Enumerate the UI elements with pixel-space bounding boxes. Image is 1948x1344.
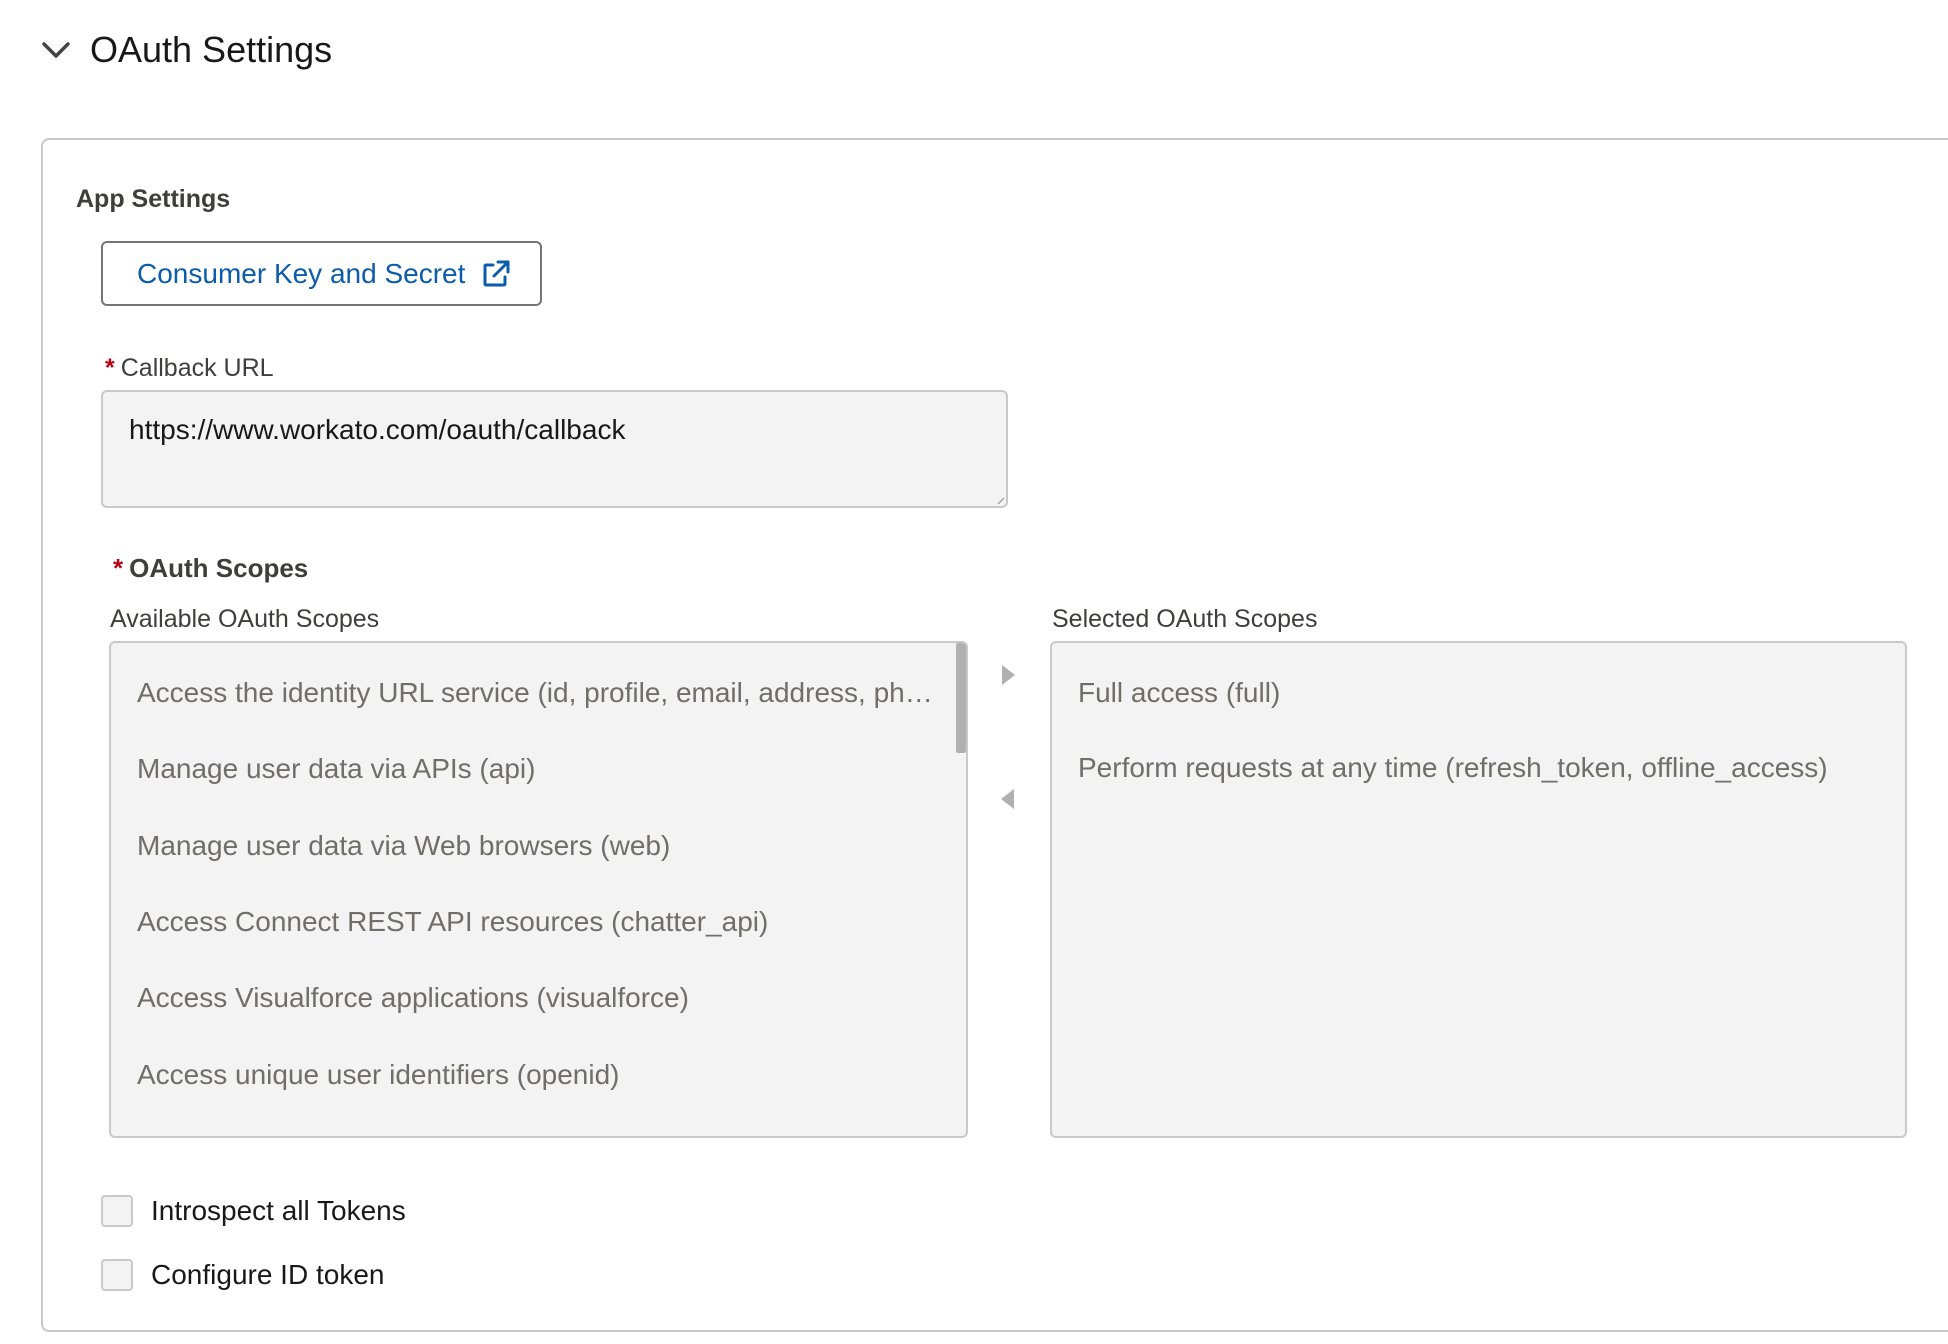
external-link-icon <box>481 259 511 289</box>
consumer-key-secret-button[interactable]: Consumer Key and Secret <box>101 241 542 306</box>
introspect-tokens-option[interactable]: Introspect all Tokens <box>101 1195 406 1227</box>
oauth-settings-header[interactable]: OAuth Settings <box>38 22 332 78</box>
available-scopes-list[interactable]: Access the identity URL service (id, pro… <box>109 641 968 1138</box>
oauth-scopes-heading: * OAuth Scopes <box>113 553 308 584</box>
arrow-left-icon[interactable] <box>993 784 1023 814</box>
configure-id-token-label: Configure ID token <box>151 1259 385 1290</box>
selected-scopes-label: Selected OAuth Scopes <box>1052 605 1318 633</box>
list-item[interactable]: Access unique user identifiers (openid) <box>137 1059 941 1091</box>
list-item[interactable]: Access Connect REST API resources (chatt… <box>137 906 941 938</box>
introspect-tokens-checkbox[interactable] <box>101 1195 133 1227</box>
required-marker: * <box>113 553 124 583</box>
list-item[interactable]: Perform requests at any time (refresh_to… <box>1078 752 1878 784</box>
chevron-down-icon[interactable] <box>38 32 74 68</box>
scrollbar[interactable] <box>956 643 966 753</box>
list-item[interactable]: Access Visualforce applications (visualf… <box>137 982 941 1014</box>
required-marker: * <box>105 354 115 382</box>
oauth-scopes-title: OAuth Scopes <box>129 553 309 583</box>
arrow-right-icon[interactable] <box>993 660 1023 690</box>
available-scopes-label: Available OAuth Scopes <box>110 605 380 633</box>
resize-grip-icon[interactable] <box>998 498 1004 504</box>
list-item[interactable]: Access the identity URL service (id, pro… <box>137 677 941 709</box>
list-item[interactable]: Manage user data via APIs (api) <box>137 753 941 785</box>
callback-url-input[interactable]: https://www.workato.com/oauth/callback <box>101 390 1008 508</box>
introspect-tokens-label: Introspect all Tokens <box>151 1195 406 1226</box>
configure-id-token-option[interactable]: Configure ID token <box>101 1259 384 1291</box>
app-settings-heading: App Settings <box>76 185 231 213</box>
list-item[interactable]: Manage user data via Web browsers (web) <box>137 830 941 862</box>
consumer-key-secret-label: Consumer Key and Secret <box>137 257 466 289</box>
configure-id-token-checkbox[interactable] <box>101 1259 133 1291</box>
callback-url-label: * Callback URL <box>105 354 274 383</box>
callback-url-value: https://www.workato.com/oauth/callback <box>129 414 626 445</box>
callback-url-label-text: Callback URL <box>120 354 274 382</box>
selected-scopes-list[interactable]: Full access (full) Perform requests at a… <box>1050 641 1907 1138</box>
section-title: OAuth Settings <box>90 29 333 70</box>
list-item[interactable]: Full access (full) <box>1078 677 1878 709</box>
